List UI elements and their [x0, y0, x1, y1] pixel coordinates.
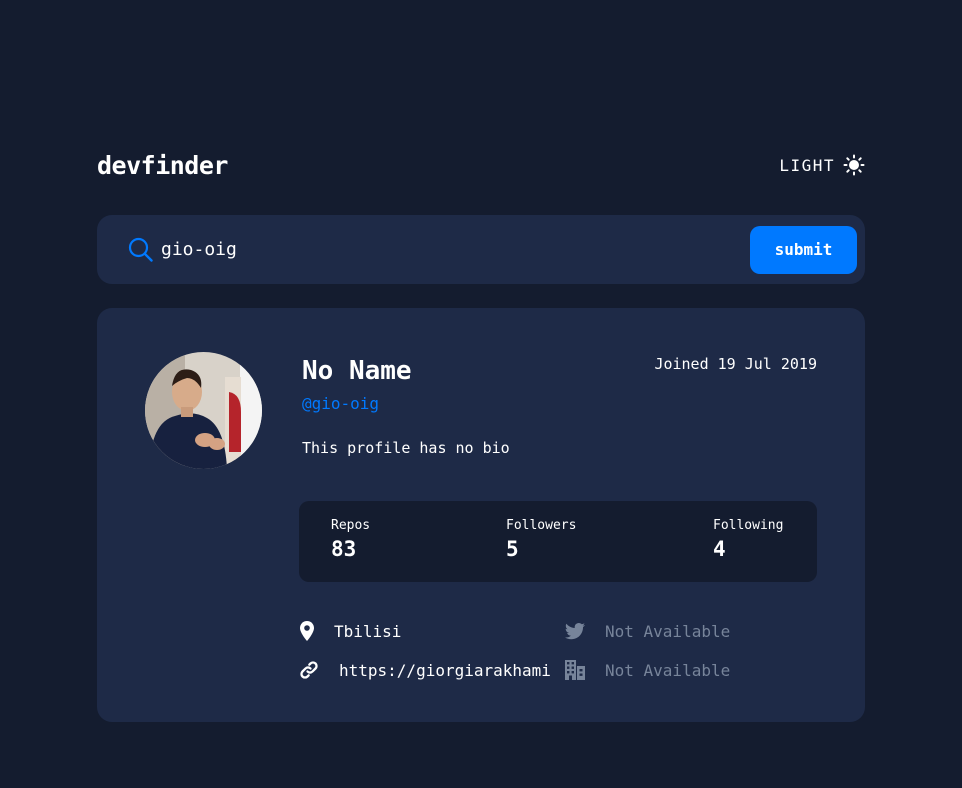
stat-repos-value: 83	[331, 537, 357, 561]
stat-following-value: 4	[713, 537, 726, 561]
building-icon	[565, 660, 585, 680]
app: devfinder LIGHT gio-oig submit No Name J…	[97, 148, 865, 722]
theme-toggle-label: LIGHT	[779, 155, 835, 175]
search-input[interactable]	[161, 229, 750, 270]
submit-button[interactable]: submit	[750, 225, 857, 274]
joined-date: Joined 19 Jul 2019	[654, 355, 817, 373]
search-bar: submit	[97, 215, 865, 284]
link-icon	[300, 661, 318, 679]
avatar	[145, 352, 262, 469]
profile-name: No Name	[302, 356, 412, 386]
profile-login-link[interactable]: @gio-oig	[302, 394, 379, 413]
stat-followers-label: Followers	[506, 518, 577, 533]
company-text: Not Available	[605, 660, 731, 680]
profile-card: No Name Joined 19 Jul 2019 @gio-oig This…	[97, 308, 865, 722]
stats-panel: Repos 83 Followers 5 Following 4	[299, 501, 817, 582]
twitter-icon	[565, 622, 585, 639]
stat-following: Following 4	[713, 518, 783, 561]
location-text: Tbilisi	[334, 621, 402, 641]
avatar-image	[145, 352, 262, 469]
twitter-row: Not Available	[565, 619, 730, 643]
header: devfinder LIGHT	[97, 148, 865, 182]
stat-followers: Followers 5	[506, 518, 576, 561]
company-row: Not Available	[565, 658, 730, 682]
location-pin-icon	[300, 621, 314, 641]
sun-icon	[843, 154, 865, 176]
blog-link[interactable]: https://giorgiarakhami	[339, 661, 553, 680]
blog-row: https://giorgiarakhami	[299, 658, 553, 682]
location-row: Tbilisi	[299, 619, 401, 643]
stat-repos: Repos 83	[331, 518, 370, 561]
logo: devfinder	[97, 150, 228, 180]
theme-toggle-button[interactable]: LIGHT	[779, 154, 865, 176]
stat-followers-value: 5	[506, 537, 519, 561]
search-icon	[128, 237, 153, 262]
twitter-text: Not Available	[605, 621, 731, 641]
stat-repos-label: Repos	[331, 518, 371, 533]
profile-bio: This profile has no bio	[302, 439, 510, 457]
stat-following-label: Following	[713, 518, 784, 533]
